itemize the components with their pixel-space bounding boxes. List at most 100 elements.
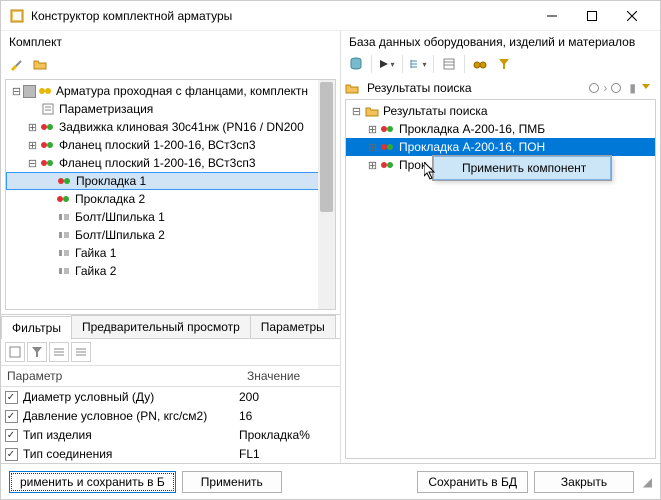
folder-icon [345,82,363,94]
tree-toggle-icon[interactable]: ⊞ [366,123,379,136]
tree-label: Фланец плоский 1-200-16, ВСт3сп3 [57,156,256,170]
tree-row[interactable]: Гайка 1 [6,244,335,262]
rg-icon [40,120,56,134]
filter-btn-2[interactable] [27,342,47,362]
tree-toggle-icon[interactable]: ⊟ [350,105,363,118]
bottom-bar: рименить и сохранить в Б Применить Сохра… [1,463,660,499]
binoculars-icon[interactable] [469,53,491,75]
b-icon [56,264,72,278]
tab-2[interactable]: Параметры [250,315,336,338]
param-name: Тип соединения [21,447,239,461]
param-checkbox[interactable] [5,429,18,442]
maximize-button[interactable] [572,2,612,30]
close-window-button[interactable]: Закрыть [534,471,634,493]
param-value: Прокладка% [239,428,340,442]
tree-row[interactable]: Болт/Шпилька 2 [6,226,335,244]
tree-config-icon[interactable]: ▾ [407,53,429,75]
tree-toggle-icon[interactable]: ⊟ [26,157,39,170]
component-tree[interactable]: ⊟ Арматура проходная с фланцами, комплект… [5,79,336,310]
tree-row[interactable]: ⊟ Фланец плоский 1-200-16, ВСт3сп3 [6,154,335,172]
param-row[interactable]: Тип соединенияFL1 [1,444,340,463]
nav-more-icon[interactable] [640,82,656,94]
right-panel-header: База данных оборудования, изделий и мате… [341,31,660,51]
tree-toggle-icon[interactable]: ⊟ [10,85,23,98]
filter-btn-1[interactable] [5,342,25,362]
play-icon[interactable]: ▾ [376,53,398,75]
toolbar-folder-icon[interactable] [29,53,51,75]
search-result-label[interactable] [363,79,589,97]
apply-button[interactable]: Применить [182,471,282,493]
tabs-area: ФильтрыПредварительный просмотрПараметры… [1,314,340,463]
filter-btn-3[interactable] [49,342,69,362]
apply-and-save-db-button[interactable]: рименить и сохранить в Б [9,471,176,493]
result-row[interactable]: ⊟Результаты поиска [346,102,655,120]
rg-icon [380,158,396,172]
titlebar: Конструктор комплектной арматуры [1,1,660,31]
nav-dots: › ▮ [589,81,656,95]
param-value: 16 [239,409,340,423]
resize-grip-icon[interactable]: ◢ [640,475,652,489]
db-icon[interactable] [345,53,367,75]
nav-bar-icon[interactable]: ▮ [629,81,636,95]
save-db-button[interactable]: Сохранить в БД [417,471,528,493]
tree-label: Гайка 2 [73,264,116,278]
result-row[interactable]: ⊞Прокладка А-200-16, ПОН [346,138,655,156]
filter-funnel-icon[interactable] [493,53,515,75]
tab-1[interactable]: Предварительный просмотр [71,315,251,338]
tree-row[interactable]: Прокладка 2 [6,190,335,208]
tree-label: Болт/Шпилька 1 [73,210,165,224]
tree-row[interactable]: Прокладка 1 [6,172,335,190]
tree-row[interactable]: Параметризация [6,100,335,118]
param-checkbox[interactable] [5,391,18,404]
rg2-icon [56,192,72,206]
tree-label: Фланец плоский 1-200-16, ВСт3сп3 [57,138,256,152]
tree-toggle-icon[interactable]: ⊞ [26,139,39,152]
tree-row[interactable]: Гайка 2 [6,262,335,280]
tree-toggle-icon[interactable]: ⊞ [366,141,379,154]
result-label: Прокладка А-200-16, ПМБ [397,122,545,136]
list-icon[interactable] [438,53,460,75]
navdot-sep: › [603,81,607,95]
left-toolbar [1,51,340,77]
param-header-name: Параметр [1,366,241,386]
tree-toggle-icon[interactable]: ⊞ [26,121,39,134]
param-icon [40,102,56,116]
minimize-button[interactable] [532,2,572,30]
param-checkbox[interactable] [5,448,18,461]
rg-icon [380,140,396,154]
param-row[interactable]: Давление условное (PN, кгс/см2)16 [1,406,340,425]
navdot-2[interactable] [611,83,621,93]
rg-icon [380,122,396,136]
tree-label: Арматура проходная с фланцами, комплектн [54,84,308,98]
tree-scrollbar[interactable] [318,80,335,309]
result-row[interactable]: ⊞ Прокладка А-200-16, ПМБ [346,120,655,138]
tree-row[interactable]: Болт/Шпилька 1 [6,208,335,226]
toolbar-brush-icon[interactable] [5,53,27,75]
navdot-1[interactable] [589,83,599,93]
root-icon [37,84,53,98]
menuitem-apply-component[interactable]: Применить компонент [433,156,611,180]
b-icon [56,228,72,242]
tree-label: Параметризация [57,102,153,116]
filter-btn-4[interactable] [71,342,91,362]
tree-label: Прокладка 1 [74,174,146,188]
results-tree[interactable]: ⊟Результаты поиска⊞Прокладка А-200-16, П… [345,99,656,459]
tab-0[interactable]: Фильтры [1,316,72,339]
tree-checkbox[interactable] [23,85,36,98]
tree-label: Гайка 1 [73,246,116,260]
filter-toolbar [1,339,340,365]
param-checkbox[interactable] [5,410,18,423]
tree-row[interactable]: ⊞ Фланец плоский 1-200-16, ВСт3сп3 [6,136,335,154]
tree-row[interactable]: ⊞Задвижка клиновая 30с41нж (PN16 / DN200 [6,118,335,136]
param-row[interactable]: Диаметр условный (Ду)200 [1,387,340,406]
left-panel: Комплект ⊟Арматура проходная с фланцами,… [1,31,341,463]
close-button[interactable] [612,2,652,30]
tree-toggle-icon[interactable]: ⊞ [366,159,379,172]
rg2-icon [57,174,73,188]
app-icon [9,8,25,24]
right-panel: База данных оборудования, изделий и мате… [341,31,660,463]
param-value: FL1 [239,447,340,461]
param-row[interactable]: Тип изделияПрокладка% [1,425,340,444]
tree-label: Болт/Шпилька 2 [73,228,165,242]
tree-row[interactable]: ⊟ Арматура проходная с фланцами, комплект… [6,82,335,100]
